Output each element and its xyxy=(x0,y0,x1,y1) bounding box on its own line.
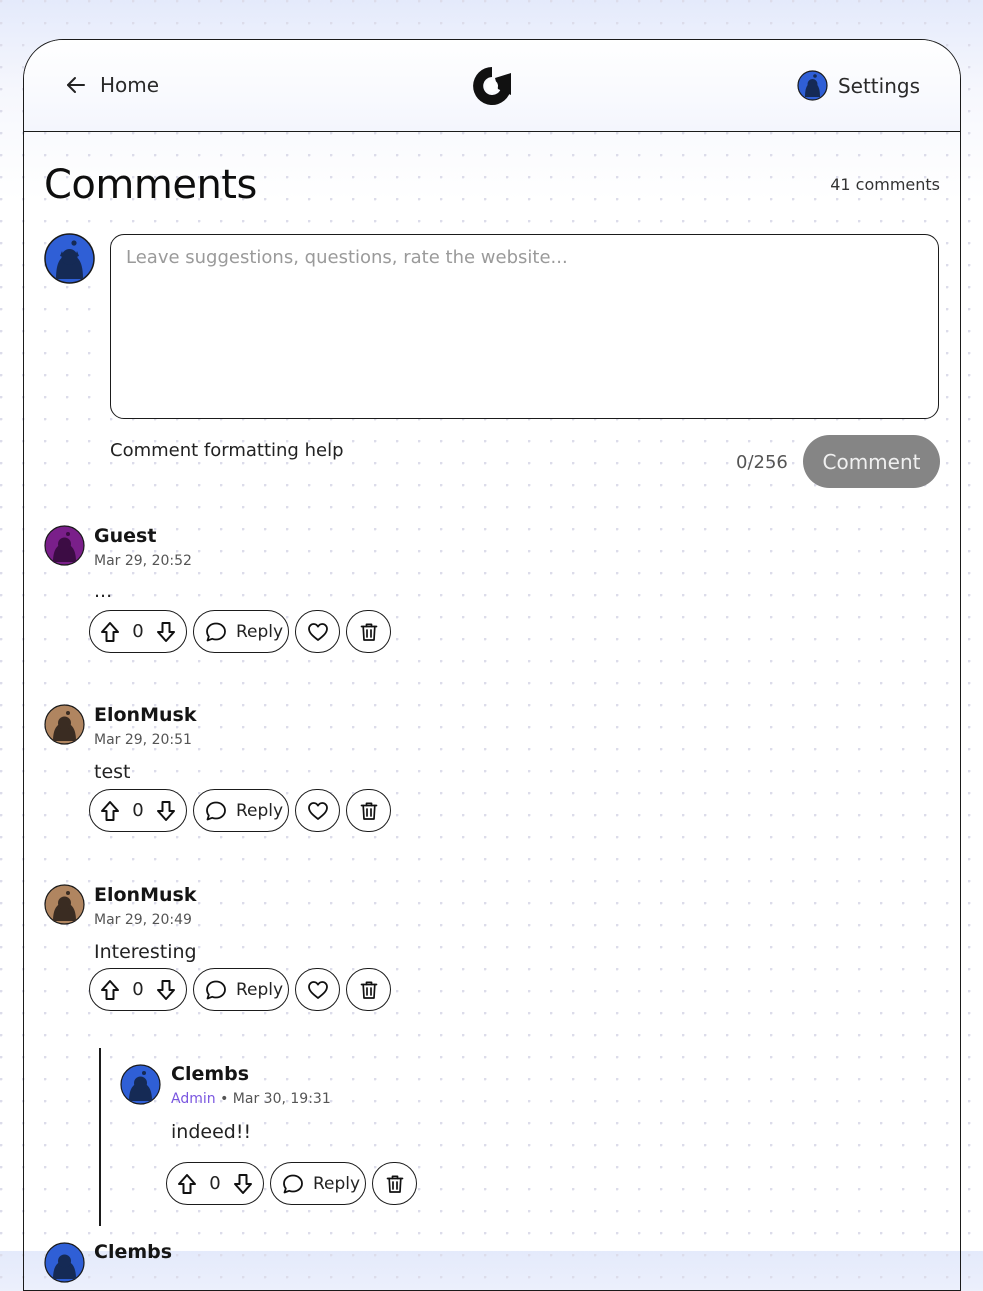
downvote-icon[interactable] xyxy=(233,1173,253,1195)
comment-author[interactable]: ElonMusk xyxy=(94,704,196,726)
comment-body: ... xyxy=(94,580,113,602)
comment-body: test xyxy=(94,761,131,783)
char-counter: 0/256 xyxy=(736,452,788,473)
comment-body: Interesting xyxy=(94,941,197,963)
reply-item: Clembs Admin • Mar 30, 19:31 indeed!! 0 … xyxy=(120,1063,920,1214)
comment-avatar xyxy=(44,525,85,570)
comment-actions: 0 Reply xyxy=(89,789,391,832)
comment-avatar xyxy=(44,1242,85,1287)
delete-button[interactable] xyxy=(372,1162,417,1205)
reply-button[interactable]: Reply xyxy=(193,968,289,1011)
arrow-left-icon xyxy=(64,73,88,97)
comment-timestamp: Mar 29, 20:52 xyxy=(94,553,192,569)
comment-input[interactable] xyxy=(110,234,939,419)
site-logo-icon[interactable] xyxy=(471,65,513,107)
settings-link[interactable]: Settings xyxy=(797,70,920,101)
current-user-avatar xyxy=(44,233,95,288)
vote-count: 0 xyxy=(209,1173,221,1194)
comment-author[interactable]: Guest xyxy=(94,525,156,547)
reply-label: Reply xyxy=(236,979,284,1000)
upvote-icon[interactable] xyxy=(177,1173,197,1195)
heart-icon xyxy=(307,622,329,642)
comment-body: indeed!! xyxy=(171,1121,252,1143)
upvote-icon[interactable] xyxy=(100,979,120,1001)
vote-control: 0 xyxy=(89,789,187,832)
comment-actions: 0 Reply xyxy=(89,610,391,653)
vote-count: 0 xyxy=(132,621,144,642)
delete-button[interactable] xyxy=(346,610,391,653)
reply-button[interactable]: Reply xyxy=(193,789,289,832)
comment-actions: 0 Reply xyxy=(166,1162,417,1205)
comment-item: ElonMusk Mar 29, 20:51 test 0 Reply xyxy=(44,704,924,854)
downvote-icon[interactable] xyxy=(156,800,176,822)
trash-icon xyxy=(360,622,378,642)
like-button[interactable] xyxy=(295,610,340,653)
reply-label: Reply xyxy=(236,621,284,642)
submit-comment-button[interactable]: Comment xyxy=(803,435,940,488)
settings-label: Settings xyxy=(837,73,920,98)
upvote-icon[interactable] xyxy=(100,800,120,822)
reply-button[interactable]: Reply xyxy=(270,1162,366,1205)
formatting-help-link[interactable]: Comment formatting help xyxy=(110,440,344,461)
comment-timestamp: Mar 29, 20:51 xyxy=(94,732,192,748)
speech-bubble-icon xyxy=(205,621,227,643)
comment-avatar xyxy=(44,884,85,929)
comment-meta: Admin • Mar 30, 19:31 xyxy=(171,1091,331,1107)
top-nav: Home Settings xyxy=(24,40,960,132)
comment-item: Clembs xyxy=(44,1241,924,1290)
speech-bubble-icon xyxy=(205,800,227,822)
vote-control: 0 xyxy=(89,968,187,1011)
downvote-icon[interactable] xyxy=(156,621,176,643)
reply-button[interactable]: Reply xyxy=(193,610,289,653)
upvote-icon[interactable] xyxy=(100,621,120,643)
speech-bubble-icon xyxy=(205,979,227,1001)
comment-item: ElonMusk Mar 29, 20:49 Interesting 0 Rep… xyxy=(44,884,924,1034)
reply-label: Reply xyxy=(313,1173,361,1194)
comment-avatar xyxy=(44,704,85,749)
comment-author[interactable]: Clembs xyxy=(171,1063,249,1085)
delete-button[interactable] xyxy=(346,968,391,1011)
reply-label: Reply xyxy=(236,800,284,821)
home-label: Home xyxy=(100,73,160,97)
speech-bubble-icon xyxy=(282,1173,304,1195)
vote-control: 0 xyxy=(89,610,187,653)
comment-timestamp: Mar 29, 20:49 xyxy=(94,912,192,928)
user-avatar xyxy=(797,70,828,101)
vote-count: 0 xyxy=(132,800,144,821)
admin-badge: Admin xyxy=(171,1091,216,1107)
vote-control: 0 xyxy=(166,1162,264,1205)
downvote-icon[interactable] xyxy=(156,979,176,1001)
meta-separator: • xyxy=(215,1091,233,1107)
trash-icon xyxy=(360,980,378,1000)
comment-timestamp: Mar 30, 19:31 xyxy=(232,1091,331,1107)
trash-icon xyxy=(360,801,378,821)
heart-icon xyxy=(307,801,329,821)
vote-count: 0 xyxy=(132,979,144,1000)
app-frame: Home Settings Comments 41 comments Comme… xyxy=(23,39,961,1291)
comment-author[interactable]: Clembs xyxy=(94,1241,172,1263)
like-button[interactable] xyxy=(295,968,340,1011)
like-button[interactable] xyxy=(295,789,340,832)
comment-author[interactable]: ElonMusk xyxy=(94,884,196,906)
trash-icon xyxy=(386,1174,404,1194)
heart-icon xyxy=(307,980,329,1000)
home-link[interactable]: Home xyxy=(64,73,159,97)
reply-thread-line xyxy=(99,1048,101,1226)
comment-actions: 0 Reply xyxy=(89,968,391,1011)
page-title: Comments xyxy=(44,162,257,208)
delete-button[interactable] xyxy=(346,789,391,832)
comment-avatar xyxy=(120,1064,161,1109)
comment-count: 41 comments xyxy=(830,175,940,194)
comment-item: Guest Mar 29, 20:52 ... 0 Reply xyxy=(44,525,924,675)
